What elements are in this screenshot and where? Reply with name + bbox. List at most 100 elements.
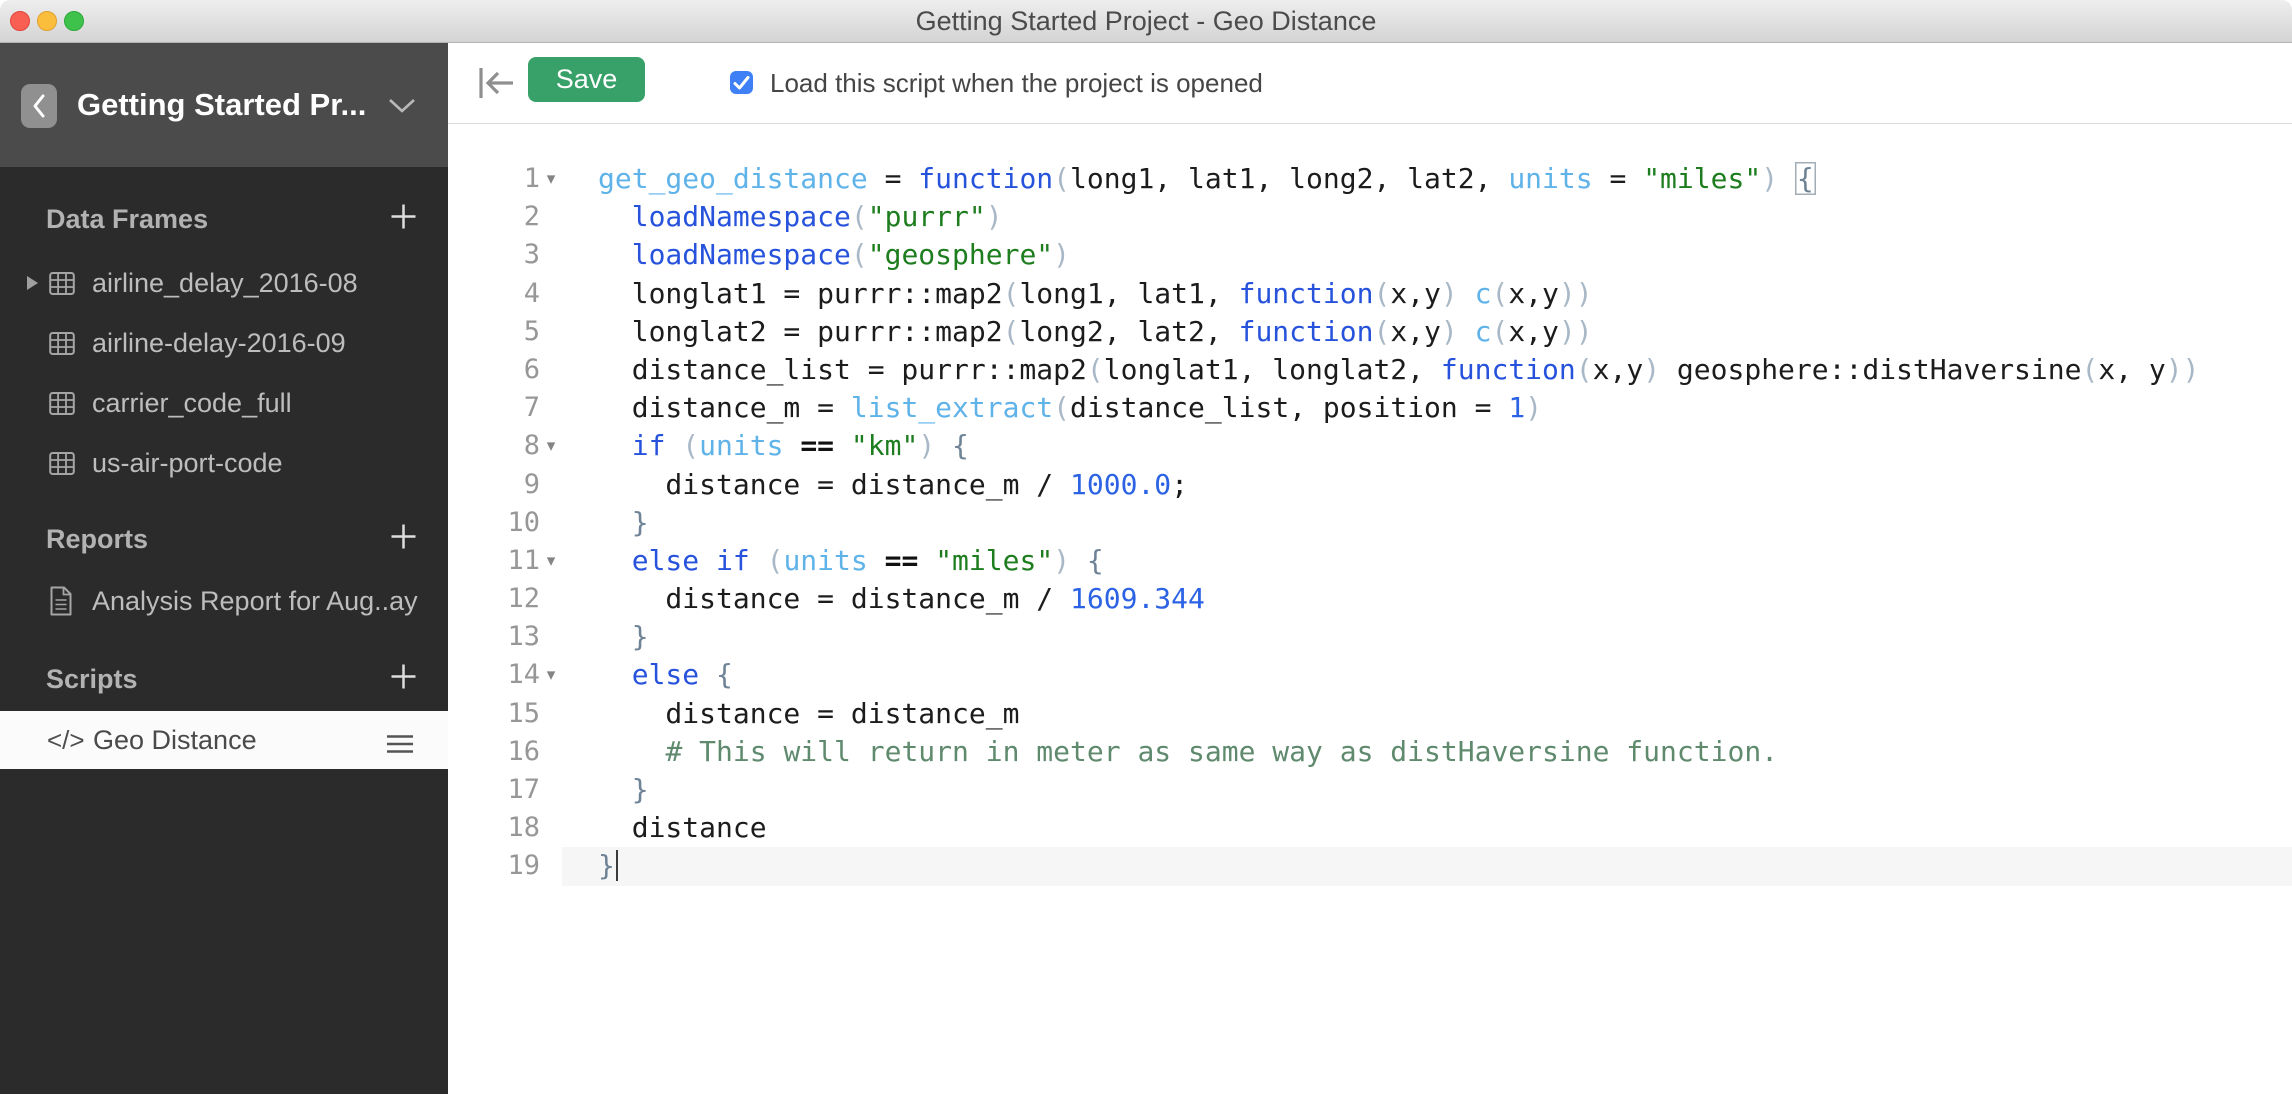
code-line-17[interactable]: 17 }: [448, 771, 2292, 809]
project-chevron-down-icon[interactable]: [388, 98, 416, 114]
line-number: 14: [448, 656, 540, 694]
line-number: 1: [448, 160, 540, 198]
item-label: Analysis Report for Aug..ay: [92, 586, 418, 617]
plus-icon: [390, 203, 417, 230]
code-text: else {: [598, 656, 733, 694]
code-text: distance_m = list_extract(distance_list,…: [598, 389, 1542, 427]
line-number: 5: [448, 313, 540, 351]
app-window: Getting Started Project - Geo Distance G…: [0, 0, 2292, 1115]
sidebar-item-airline-delay-2016-09[interactable]: airline-delay-2016-09: [0, 313, 448, 373]
line-number: 13: [448, 618, 540, 656]
item-label: us-air-port-code: [92, 448, 283, 479]
sidebar-item-geo-distance[interactable]: </>Geo Distance: [0, 711, 448, 769]
code-line-5[interactable]: 5 longlat2 = purrr::map2(long2, lat2, fu…: [448, 313, 2292, 351]
code-line-2[interactable]: 2 loadNamespace("purrr"): [448, 198, 2292, 236]
line-number: 7: [448, 389, 540, 427]
titlebar: Getting Started Project - Geo Distance: [0, 0, 2292, 43]
code-text: distance_list = purrr::map2(longlat1, lo…: [598, 351, 2200, 389]
add-data-frames-button[interactable]: [390, 203, 417, 235]
plus-icon: [390, 523, 417, 550]
section-header-reports: Reports: [0, 514, 448, 564]
load-script-checkbox-label: Load this script when the project is ope…: [770, 43, 1263, 123]
sidebar-body: Data Frames airline_delay_2016-08 airline-…: [0, 167, 448, 1094]
table-icon: [49, 391, 75, 416]
code-text: }: [598, 504, 649, 542]
table-icon: [49, 451, 75, 476]
line-number: 12: [448, 580, 540, 618]
save-button[interactable]: Save: [528, 57, 645, 102]
document-icon: [49, 586, 75, 616]
hamburger-icon: [387, 734, 413, 754]
sidebar-item-airline-delay-2016-08[interactable]: airline_delay_2016-08: [0, 253, 448, 313]
code-text: }: [598, 618, 649, 656]
code-line-8[interactable]: 8▾ if (units == "km") {: [448, 427, 2292, 465]
fold-arrow-icon[interactable]: ▾: [540, 542, 562, 580]
code-line-14[interactable]: 14▾ else {: [448, 656, 2292, 694]
code-text: # This will return in meter as same way …: [598, 733, 1778, 771]
item-label: airline-delay-2016-09: [92, 328, 346, 359]
section-header-scripts: Scripts: [0, 654, 448, 704]
code-text: loadNamespace("geosphere"): [598, 236, 1070, 274]
load-script-checkbox[interactable]: [730, 71, 753, 94]
add-scripts-button[interactable]: [390, 663, 417, 695]
fold-arrow-icon[interactable]: ▾: [540, 656, 562, 694]
code-line-9[interactable]: 9 distance = distance_m / 1000.0;: [448, 466, 2292, 504]
item-label: carrier_code_full: [92, 388, 292, 419]
code-line-6[interactable]: 6 distance_list = purrr::map2(longlat1, …: [448, 351, 2292, 389]
sidebar-item-us-air-port-code[interactable]: us-air-port-code: [0, 433, 448, 493]
section-label: Reports: [46, 524, 148, 555]
code-text: }: [598, 771, 649, 809]
table-icon: [49, 331, 75, 356]
code-line-7[interactable]: 7 distance_m = list_extract(distance_lis…: [448, 389, 2292, 427]
code-text: loadNamespace("purrr"): [598, 198, 1003, 236]
sidebar-item-carrier-code-full[interactable]: carrier_code_full: [0, 373, 448, 433]
code-line-4[interactable]: 4 longlat1 = purrr::map2(long1, lat1, fu…: [448, 275, 2292, 313]
add-reports-button[interactable]: [390, 523, 417, 555]
code-line-18[interactable]: 18 distance: [448, 809, 2292, 847]
back-button[interactable]: [21, 84, 57, 128]
item-label: airline_delay_2016-08: [92, 268, 358, 299]
line-number: 11: [448, 542, 540, 580]
code-editor[interactable]: 1▾get_geo_distance = function(long1, lat…: [448, 124, 2292, 1115]
code-line-13[interactable]: 13 }: [448, 618, 2292, 656]
line-number: 17: [448, 771, 540, 809]
sidebar: Getting Started Pr... Data Frames airline…: [0, 43, 448, 1115]
disclosure-triangle-icon[interactable]: [27, 276, 38, 290]
code-line-15[interactable]: 15 distance = distance_m: [448, 695, 2292, 733]
line-number: 8: [448, 427, 540, 465]
text-cursor: [616, 850, 619, 881]
collapse-sidebar-icon[interactable]: [476, 65, 518, 101]
code-line-11[interactable]: 11▾ else if (units == "miles") {: [448, 542, 2292, 580]
code-text: distance: [598, 809, 767, 847]
table-icon: [49, 271, 75, 296]
code-text: distance = distance_m: [598, 695, 1019, 733]
plus-icon: [390, 663, 417, 690]
code-text: longlat2 = purrr::map2(long2, lat2, func…: [598, 313, 1593, 351]
script-toolbar: Save Load this script when the project i…: [448, 43, 2292, 124]
item-label: Geo Distance: [93, 725, 257, 756]
main-panel: Save Load this script when the project i…: [448, 43, 2292, 1115]
fold-arrow-icon[interactable]: ▾: [540, 160, 562, 198]
code-text: else if (units == "miles") {: [598, 542, 1104, 580]
sidebar-item-analysis-report-for-aug-ay[interactable]: Analysis Report for Aug..ay: [0, 571, 448, 631]
line-number: 4: [448, 275, 540, 313]
code-line-12[interactable]: 12 distance = distance_m / 1609.344: [448, 580, 2292, 618]
line-number: 10: [448, 504, 540, 542]
sidebar-header: Getting Started Pr...: [0, 43, 448, 167]
code-line-1[interactable]: 1▾ get_geo_distance = function(long1, lat…: [448, 160, 2292, 198]
fold-arrow-icon[interactable]: ▾: [540, 427, 562, 465]
section-header-data-frames: Data Frames: [0, 194, 448, 244]
code-text: get_geo_distance = function(long1, lat1,…: [598, 160, 1816, 198]
line-number: 15: [448, 695, 540, 733]
code-text: }: [598, 847, 618, 885]
code-line-19[interactable]: 19}: [448, 847, 2292, 885]
code-line-10[interactable]: 10 }: [448, 504, 2292, 542]
item-menu-button[interactable]: [387, 730, 413, 761]
line-number: 6: [448, 351, 540, 389]
code-text: if (units == "km") {: [598, 427, 969, 465]
code-line-16[interactable]: 16 # This will return in meter as same w…: [448, 733, 2292, 771]
document-icon: [49, 586, 73, 616]
section-label: Data Frames: [46, 204, 208, 235]
code-text: distance = distance_m / 1609.344: [598, 580, 1205, 618]
code-line-3[interactable]: 3 loadNamespace("geosphere"): [448, 236, 2292, 274]
